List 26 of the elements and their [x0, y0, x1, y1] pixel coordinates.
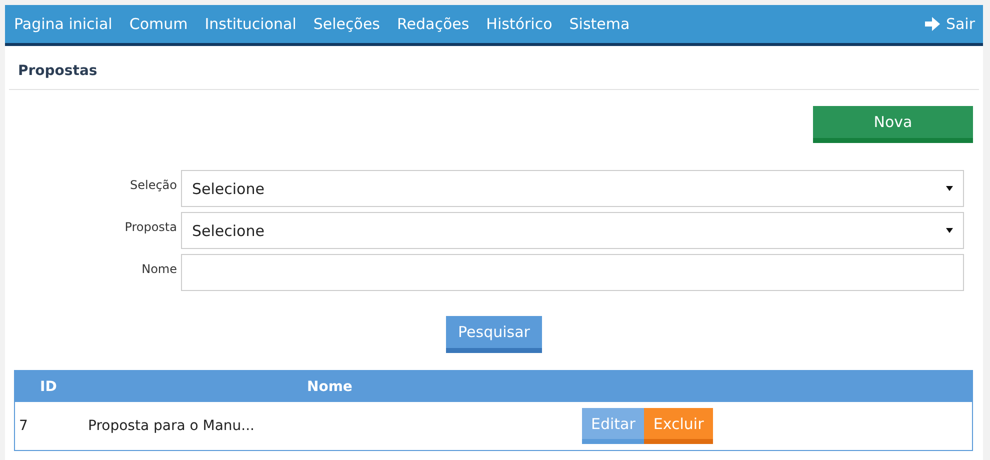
- nav-link[interactable]: Seleções: [313, 15, 380, 33]
- select-field[interactable]: Selecione: [181, 212, 964, 249]
- search-button[interactable]: Pesquisar: [446, 316, 542, 353]
- field-label: Nome: [140, 261, 177, 278]
- dropdown-arrow-icon: [946, 186, 953, 191]
- column-header: Nome: [306, 378, 352, 394]
- arrow-right-icon: [924, 17, 940, 31]
- nav-link[interactable]: Pagina inicial: [14, 15, 112, 33]
- edit-button[interactable]: Editar: [582, 408, 644, 444]
- new-button[interactable]: Nova: [813, 106, 973, 143]
- nav-link[interactable]: Redações: [397, 15, 470, 33]
- table-cell-text: Proposta para o Manu...: [88, 418, 256, 434]
- nav-link[interactable]: Histórico: [486, 15, 552, 33]
- nav-link[interactable]: Institucional: [204, 15, 296, 33]
- nav-link[interactable]: Comum: [129, 15, 188, 33]
- input-field[interactable]: [181, 254, 964, 291]
- column-header: ID: [39, 378, 58, 394]
- logout-link[interactable]: Sair: [924, 15, 975, 33]
- nav-link[interactable]: Sistema: [569, 15, 630, 33]
- table-cell-text: 7: [18, 418, 29, 434]
- field-label: Proposta: [124, 219, 177, 236]
- page-title: Propostas: [18, 63, 98, 79]
- field-label: Seleção: [128, 177, 177, 194]
- delete-button[interactable]: Excluir: [644, 408, 713, 444]
- dropdown-arrow-icon: [946, 228, 953, 233]
- select-field[interactable]: Selecione: [181, 170, 964, 207]
